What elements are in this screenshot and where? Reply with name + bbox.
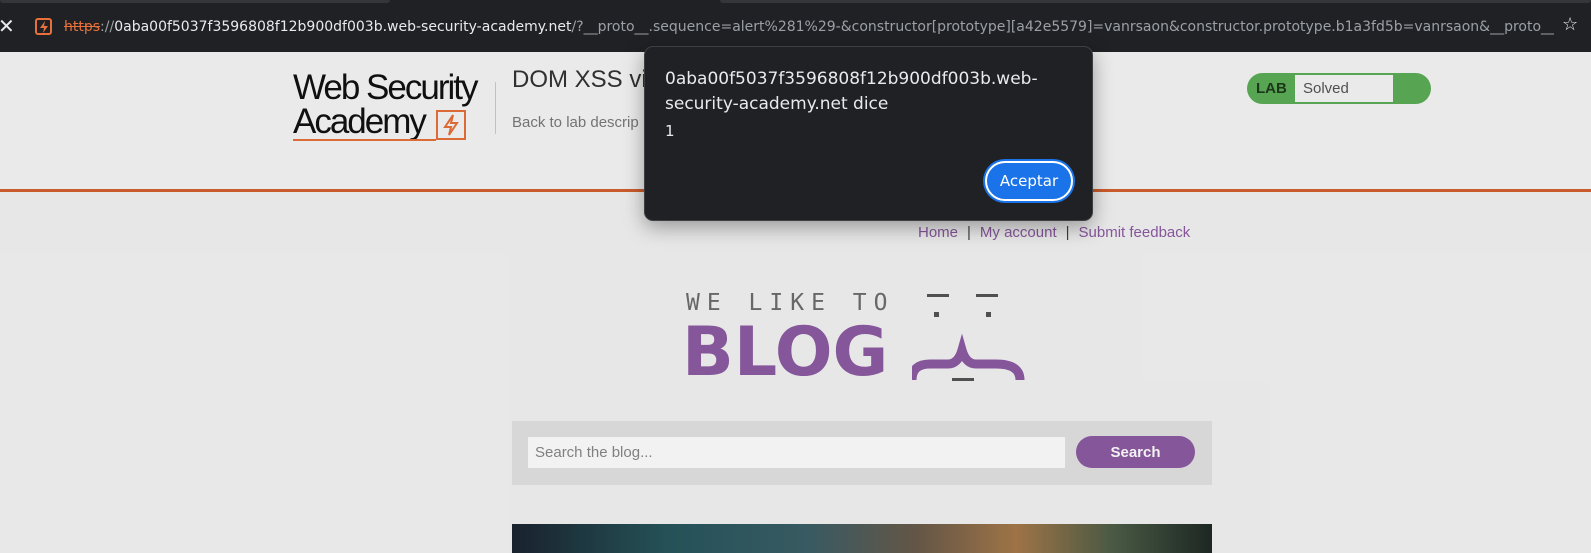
site-icon[interactable]	[35, 18, 52, 35]
tab-edge	[0, 0, 390, 3]
browser-toolbar: ✕ https://0aba00f5037f3596808f12b900df00…	[0, 0, 1591, 52]
tab-edge	[720, 0, 1591, 3]
url-host: 0aba00f5037f3596808f12b900df003b.web-sec…	[114, 19, 572, 35]
url-path: /?__proto__.sequence=alert%281%29-&const…	[571, 19, 1554, 35]
alert-origin-text: 0aba00f5037f3596808f12b900df003b.web-sec…	[665, 69, 1038, 114]
address-bar[interactable]: https://0aba00f5037f3596808f12b900df003b…	[64, 16, 1554, 38]
url-separator: ://	[100, 19, 115, 35]
alert-message: 1	[665, 122, 675, 140]
close-icon[interactable]: ✕	[0, 13, 15, 39]
bookmark-star-icon[interactable]: ☆	[1562, 14, 1578, 35]
alert-dialog: 0aba00f5037f3596808f12b900df003b.web-sec…	[644, 46, 1093, 221]
lightning-icon	[40, 21, 48, 33]
alert-ok-button[interactable]: Aceptar	[985, 161, 1073, 201]
url-protocol: https	[64, 19, 101, 35]
